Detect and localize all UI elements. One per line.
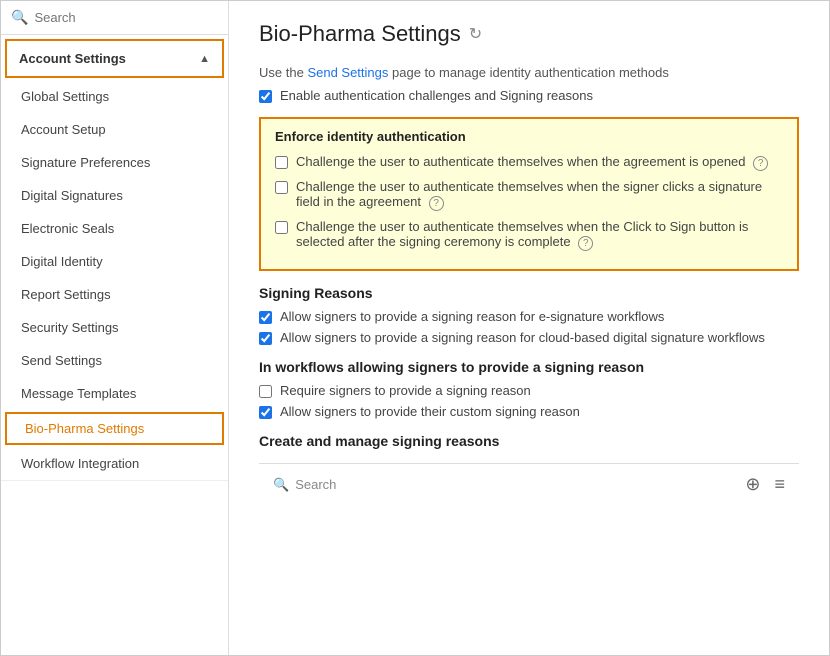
enforce-checkbox-2[interactable] [275, 221, 288, 234]
allow-custom-reason-row: Allow signers to provide their custom si… [259, 404, 799, 419]
require-signing-reason-checkbox[interactable] [259, 385, 272, 398]
enable-auth-row: Enable authentication challenges and Sig… [259, 88, 799, 103]
bottom-search[interactable]: 🔍 Search [273, 477, 336, 493]
help-icon-0[interactable]: ? [753, 156, 768, 171]
enforce-title: Enforce identity authentication [275, 129, 783, 144]
help-icon-2[interactable]: ? [578, 236, 593, 251]
sidebar-item-send-settings[interactable]: Send Settings [1, 344, 228, 377]
sidebar-search-input[interactable] [34, 10, 218, 25]
sidebar-item-signature-preferences[interactable]: Signature Preferences [1, 146, 228, 179]
sidebar-item-global-settings[interactable]: Global Settings [1, 80, 228, 113]
sidebar-item-digital-identity[interactable]: Digital Identity [1, 245, 228, 278]
signing-reasons-title: Signing Reasons [259, 285, 799, 301]
refresh-icon[interactable]: ↻ [469, 24, 482, 44]
account-settings-header[interactable]: Account Settings ▲ [5, 39, 224, 78]
enforce-item-1: Challenge the user to authenticate thems… [275, 179, 783, 211]
chevron-up-icon: ▲ [199, 53, 210, 65]
main-content: Bio-Pharma Settings ↻ Use the Send Setti… [229, 1, 829, 655]
sidebar-item-account-setup[interactable]: Account Setup [1, 113, 228, 146]
sidebar-item-message-templates[interactable]: Message Templates [1, 377, 228, 410]
enforce-label-1: Challenge the user to authenticate thems… [296, 179, 783, 211]
allow-custom-reason-checkbox[interactable] [259, 406, 272, 419]
sidebar-search-bar[interactable]: 🔍 [1, 1, 228, 35]
page-title: Bio-Pharma Settings ↻ [259, 21, 799, 47]
enforce-checkbox-1[interactable] [275, 181, 288, 194]
enable-auth-checkbox[interactable] [259, 90, 272, 103]
bottom-bar: 🔍 Search ⊕ ≡ [259, 463, 799, 505]
in-workflows-title: In workflows allowing signers to provide… [259, 359, 799, 375]
enable-auth-label: Enable authentication challenges and Sig… [280, 88, 593, 103]
require-signing-reason-row: Require signers to provide a signing rea… [259, 383, 799, 398]
send-settings-link[interactable]: Send Settings [307, 65, 388, 80]
signing-reason-esig-row: Allow signers to provide a signing reaso… [259, 309, 799, 324]
enforce-item-0: Challenge the user to authenticate thems… [275, 154, 783, 171]
enforce-label-2: Challenge the user to authenticate thems… [296, 219, 783, 251]
sidebar-item-report-settings[interactable]: Report Settings [1, 278, 228, 311]
bottom-bar-icons: ⊕ ≡ [745, 474, 785, 495]
enforce-identity-box: Enforce identity authentication Challeng… [259, 117, 799, 271]
signing-reason-cloud-checkbox[interactable] [259, 332, 272, 345]
sidebar-account-settings-section: Account Settings ▲ Global Settings Accou… [1, 35, 228, 481]
menu-icon[interactable]: ≡ [774, 474, 785, 495]
sidebar-item-electronic-seals[interactable]: Electronic Seals [1, 212, 228, 245]
create-manage-title: Create and manage signing reasons [259, 433, 799, 449]
sidebar: 🔍 Account Settings ▲ Global Settings Acc… [1, 1, 229, 655]
help-icon-1[interactable]: ? [429, 196, 444, 211]
sidebar-item-security-settings[interactable]: Security Settings [1, 311, 228, 344]
sidebar-item-bio-pharma-settings[interactable]: Bio-Pharma Settings [5, 412, 224, 445]
bottom-search-icon: 🔍 [273, 477, 289, 493]
sidebar-item-workflow-integration[interactable]: Workflow Integration [1, 447, 228, 480]
bottom-search-label: Search [295, 477, 336, 492]
description-text: Use the Send Settings page to manage ide… [259, 65, 799, 80]
sidebar-search-icon: 🔍 [11, 9, 28, 26]
enforce-item-2: Challenge the user to authenticate thems… [275, 219, 783, 251]
enforce-label-0: Challenge the user to authenticate thems… [296, 154, 768, 171]
add-icon[interactable]: ⊕ [745, 474, 760, 495]
sidebar-item-digital-signatures[interactable]: Digital Signatures [1, 179, 228, 212]
account-settings-label: Account Settings [19, 51, 126, 66]
enforce-checkbox-0[interactable] [275, 156, 288, 169]
signing-reason-esig-checkbox[interactable] [259, 311, 272, 324]
app-window: 🔍 Account Settings ▲ Global Settings Acc… [0, 0, 830, 656]
signing-reason-cloud-row: Allow signers to provide a signing reaso… [259, 330, 799, 345]
